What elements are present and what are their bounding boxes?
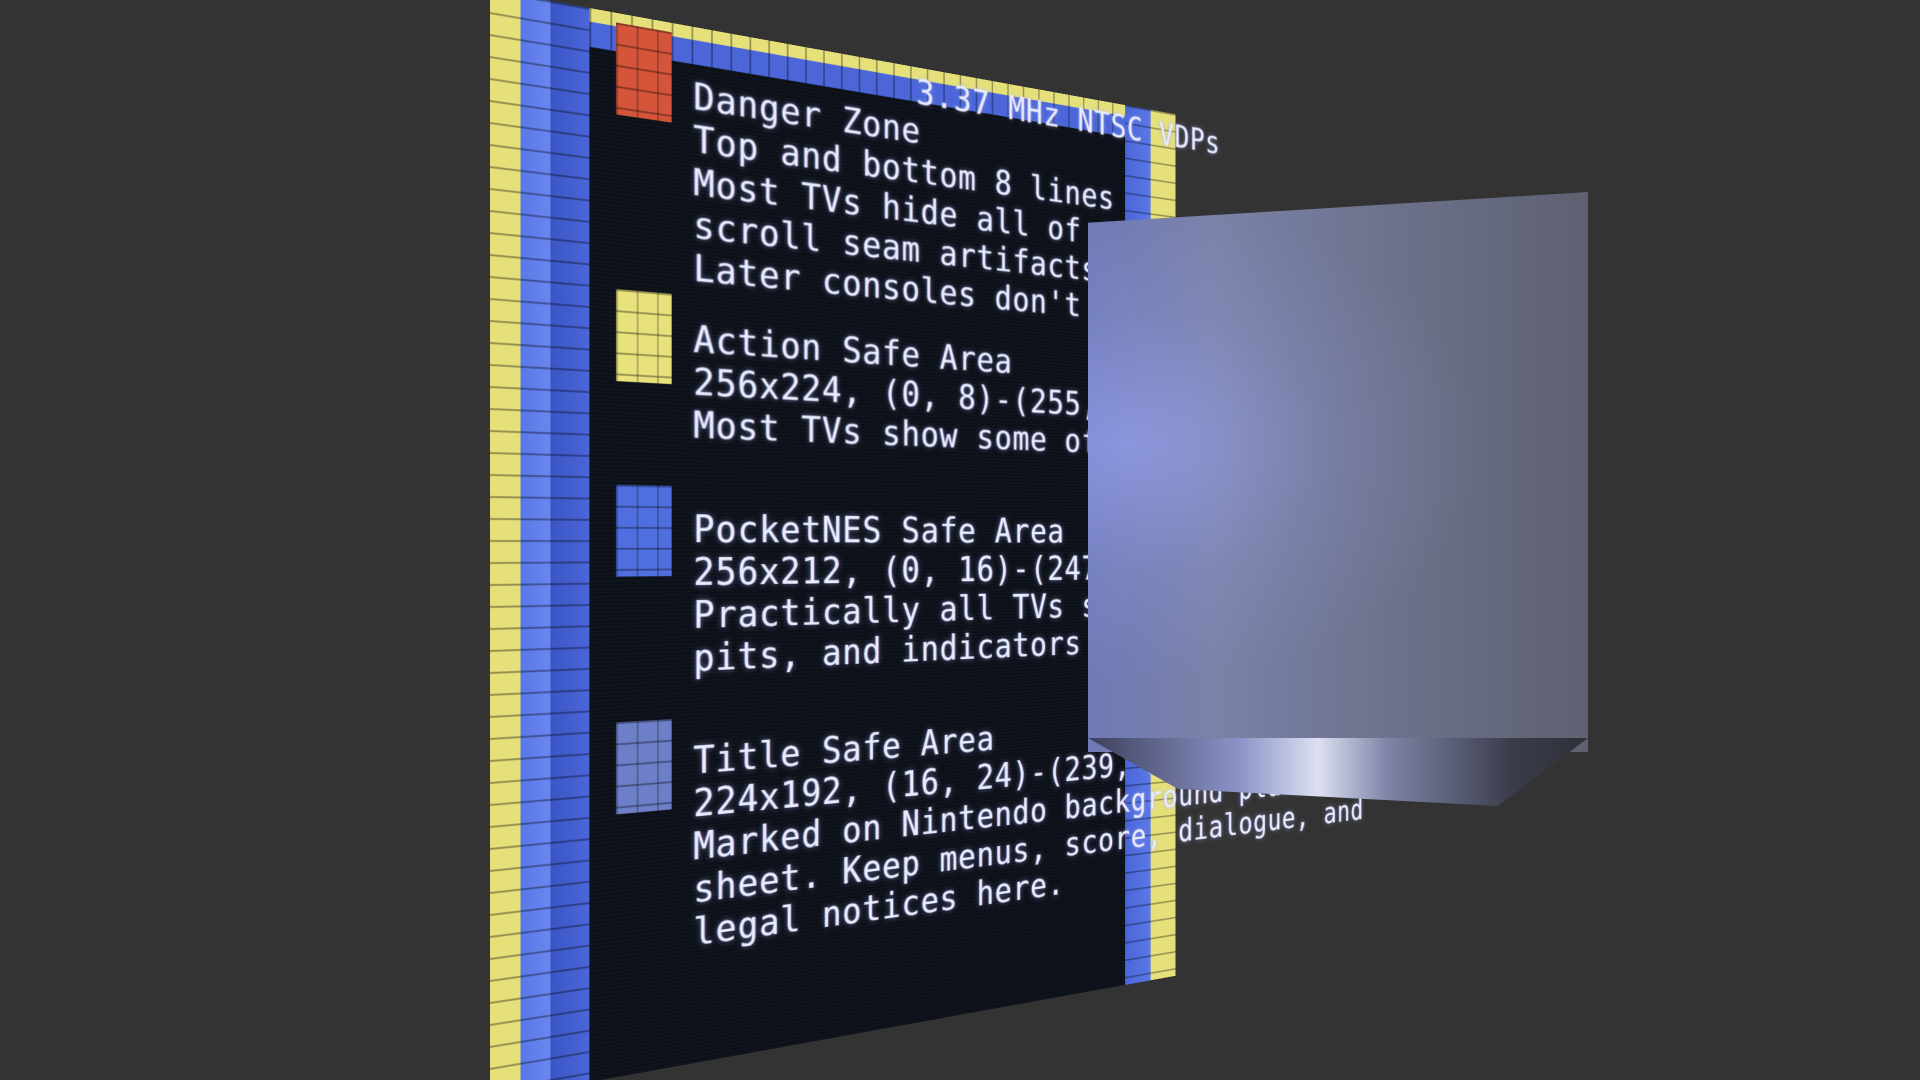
action-safe-section: Action Safe Area 256x224, (0, 8)-(255, 2…: [693, 318, 1178, 462]
danger-zone-swatch: [616, 22, 672, 123]
section-title: PocketNES Safe Area: [693, 508, 1065, 552]
pocketnes-safe-section: PocketNES Safe Area 256x212, (0, 16)-(24…: [693, 508, 1389, 681]
title-safe-swatch: [616, 719, 672, 815]
action-safe-swatch: [616, 288, 672, 385]
screen-content: 3.37 MHz NTSC VDPs Danger Zone Top and b…: [589, 22, 1390, 1080]
pocketnes-safe-swatch: [616, 484, 672, 577]
crt-screen: 3.37 MHz NTSC VDPs Danger Zone Top and b…: [490, 0, 1390, 1080]
title-safe-section: Title Safe Area 224x192, (16, 24)-(239, …: [693, 711, 1363, 955]
metallic-cube: [1088, 192, 1588, 752]
cube-highlight: [1088, 192, 1588, 752]
scene: 3.37 MHz NTSC VDPs Danger Zone Top and b…: [0, 0, 1920, 1080]
border-tiles-left: [490, 0, 590, 1080]
